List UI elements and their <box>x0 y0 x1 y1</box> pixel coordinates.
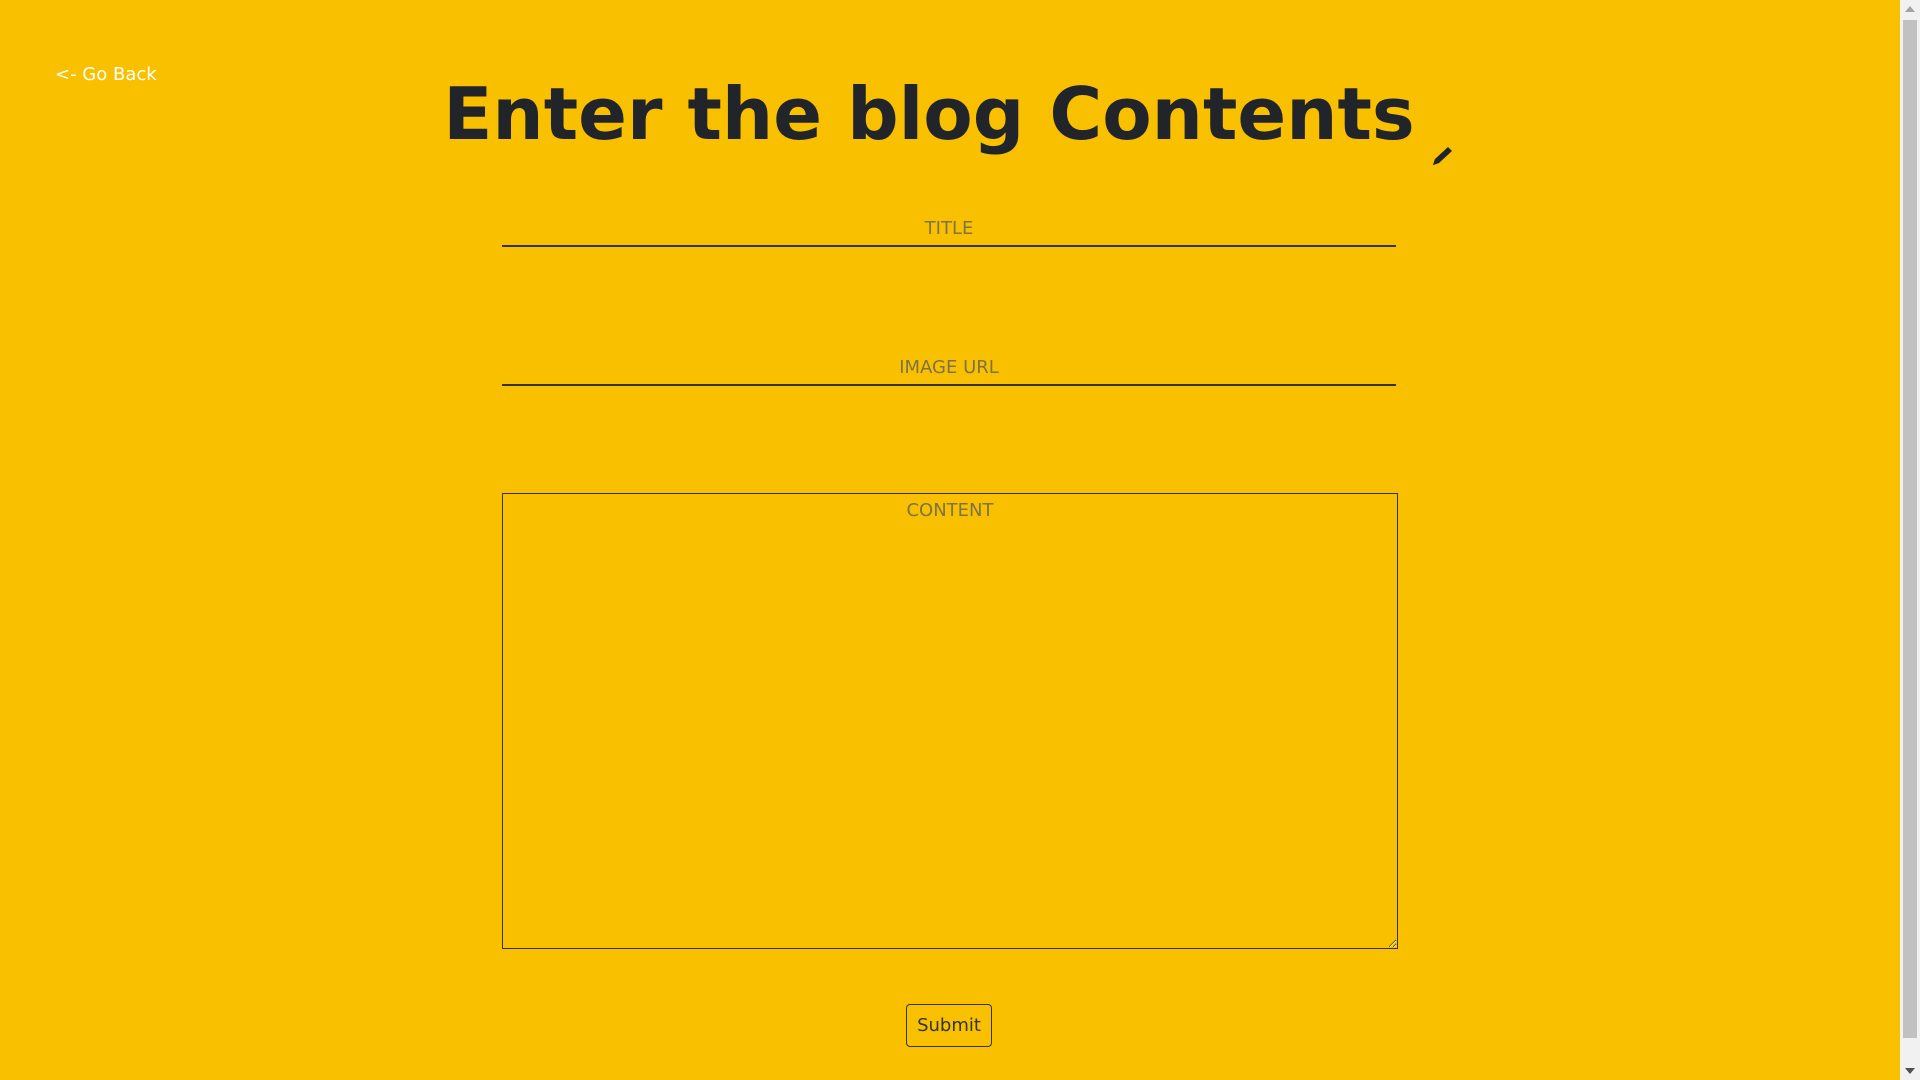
scroll-up-arrow-icon[interactable] <box>1905 6 1915 12</box>
page-title-text: Enter the blog Contents <box>443 72 1415 156</box>
scrollbar-thumb[interactable] <box>1903 20 1917 1038</box>
title-input[interactable] <box>502 211 1396 247</box>
image-url-input[interactable] <box>502 350 1396 386</box>
page-title: Enter the blog Contents <box>0 72 1900 166</box>
vertical-scrollbar[interactable] <box>1900 0 1920 1080</box>
content-textarea[interactable] <box>502 493 1398 949</box>
scroll-down-arrow-icon[interactable] <box>1905 1068 1915 1074</box>
pen-icon <box>1427 104 1457 166</box>
page: <- Go Back Enter the blog Contents Submi… <box>0 0 1900 1080</box>
submit-button[interactable]: Submit <box>906 1004 992 1047</box>
